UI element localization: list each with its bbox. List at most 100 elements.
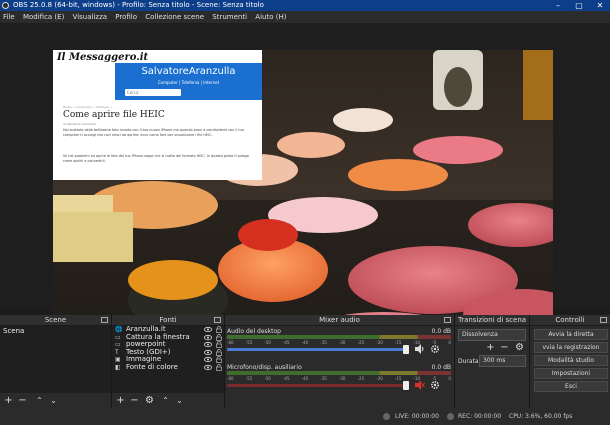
start-streaming-button[interactable]: Avvia la diretta <box>534 329 608 340</box>
undock-icon[interactable] <box>444 317 451 323</box>
transition-gear-icon[interactable]: ⚙ <box>514 342 525 353</box>
gear-icon[interactable] <box>430 380 440 390</box>
undock-icon[interactable] <box>600 317 607 323</box>
remove-source-button[interactable]: − <box>129 395 140 406</box>
site-logo: Il Messaggero.it <box>57 52 149 63</box>
move-up-button[interactable]: ⌃ <box>160 395 171 406</box>
visibility-eye-icon[interactable] <box>204 326 212 333</box>
lock-icon[interactable] <box>216 333 222 341</box>
image-icon: ▣ <box>115 356 121 363</box>
speaker-muted-icon[interactable] <box>414 380 425 390</box>
visibility-eye-icon[interactable] <box>204 349 212 356</box>
start-recording-button[interactable]: vvia la registrazion <box>534 342 608 353</box>
close-button[interactable]: ✕ <box>590 1 610 10</box>
undock-icon[interactable] <box>101 317 108 323</box>
remove-scene-button[interactable]: − <box>17 395 28 406</box>
move-up-button[interactable]: ⌃ <box>34 395 45 406</box>
scene-item[interactable]: Scena <box>0 326 111 336</box>
mixer-body: Audio del desktop 0.0 dB -60 -55 -50 -45 -40… <box>225 326 454 408</box>
remove-transition-button[interactable]: − <box>499 342 510 353</box>
channel-db: 0.0 dB <box>431 364 451 371</box>
lock-icon[interactable] <box>216 363 222 371</box>
meter-tick-label: -25 <box>357 340 365 345</box>
color-source-icon: ◧ <box>115 363 121 371</box>
studio-mode-button[interactable]: Modalità studio <box>534 355 608 366</box>
add-source-button[interactable]: + <box>115 395 126 406</box>
add-transition-button[interactable]: + <box>485 342 496 353</box>
meter-tick-label: -15 <box>394 340 402 345</box>
rec-status: REC: 00:00:00 <box>458 413 502 420</box>
lock-icon[interactable] <box>216 341 222 348</box>
window-titlebar: OBS 25.0.8 (64-bit, windows) - Profilo: … <box>0 0 610 11</box>
scenes-list[interactable]: Scena <box>0 326 111 393</box>
source-properties-gear-icon[interactable]: ⚙ <box>144 395 155 406</box>
exit-button[interactable]: Esci <box>534 381 608 392</box>
sources-dock: Fonti 🌐 Aranzulla.it ▭ Cattura la finestra ▭… <box>112 315 225 408</box>
cpu-status: CPU: 3.6%, 60.00 fps <box>509 413 573 420</box>
channel-name: Audio del desktop <box>227 328 281 335</box>
browser-source-webpage[interactable]: Il Messaggero.it SalvatoreAranzulla Comp… <box>53 50 262 180</box>
mixer-dock: Mixer audio Audio del desktop 0.0 dB -60… <box>225 315 455 408</box>
minimize-button[interactable]: – <box>548 1 568 10</box>
lock-icon[interactable] <box>216 356 222 363</box>
menu-visualizza[interactable]: Visualizza <box>70 11 110 23</box>
move-down-button[interactable]: ⌄ <box>174 395 185 406</box>
site-nav: Computer | Telefonia | Internet <box>157 80 220 85</box>
article-headline: Come aprire file HEIC <box>63 110 165 120</box>
duration-input[interactable]: 300 ms <box>479 355 526 367</box>
menu-profilo[interactable]: Profilo <box>112 11 140 23</box>
preview-area[interactable]: Il Messaggero.it SalvatoreAranzulla Comp… <box>0 23 610 331</box>
preview-canvas[interactable]: Il Messaggero.it SalvatoreAranzulla Comp… <box>53 50 553 331</box>
mixer-channel-mic: Microfono/disp. ausiliario 0.0 dB -60 -55… <box>227 364 451 396</box>
volume-slider[interactable] <box>227 348 405 351</box>
source-item[interactable]: ◧ Fonte di colore <box>112 362 224 372</box>
article-paragraph: Hai scattato delle bellissime foto ricor… <box>63 128 244 137</box>
menu-modifica[interactable]: Modifica (E) <box>20 11 67 23</box>
window-capture-icon: ▭ <box>115 333 121 341</box>
speaker-icon[interactable] <box>414 344 425 354</box>
settings-button[interactable]: Impostazioni <box>534 368 608 379</box>
volume-slider-handle[interactable] <box>403 345 409 354</box>
lock-icon[interactable] <box>216 326 222 333</box>
menu-aiuto[interactable]: Aiuto (H) <box>252 11 289 23</box>
volume-slider[interactable] <box>227 384 405 387</box>
scenes-title-label: Scene <box>44 316 67 324</box>
obs-logo-icon <box>2 2 9 9</box>
menu-file[interactable]: File <box>0 11 18 23</box>
move-down-button[interactable]: ⌄ <box>48 395 59 406</box>
lock-icon[interactable] <box>216 348 222 356</box>
volume-slider-handle[interactable] <box>403 381 409 390</box>
meter-tick-label: 0 <box>448 376 451 381</box>
meter-tick-label: -30 <box>338 376 346 381</box>
add-scene-button[interactable]: + <box>3 395 14 406</box>
menu-collezione-scene[interactable]: Collezione scene <box>142 11 207 23</box>
article-paragraph: Se hai problemi ad aprire le foto del tu… <box>63 154 249 163</box>
gear-icon[interactable] <box>430 344 440 354</box>
duration-value: 300 ms <box>483 357 506 364</box>
status-bar: LIVE: 00:00:00 REC: 00:00:00 CPU: 3.6%, … <box>0 408 610 425</box>
undock-icon[interactable] <box>214 317 221 323</box>
transition-select[interactable]: Dissolvenza <box>458 329 526 341</box>
meter-tick-label: -45 <box>282 340 290 345</box>
window-title: OBS 25.0.8 (64-bit, windows) - Profilo: … <box>13 1 264 9</box>
visibility-eye-icon[interactable] <box>204 356 212 363</box>
text-icon: T <box>115 348 119 356</box>
meter-tick-label: -30 <box>338 340 346 345</box>
controls-dock-title: Controlli <box>530 315 610 326</box>
mixer-channel-desktop: Audio del desktop 0.0 dB -60 -55 -50 -45 -40… <box>227 328 451 360</box>
menu-strumenti[interactable]: Strumenti <box>209 11 250 23</box>
visibility-eye-icon[interactable] <box>204 341 212 348</box>
site-search-input: Cerca <box>125 89 181 96</box>
controls-dock: Controlli Avvia la diretta vvia la regis… <box>530 315 610 408</box>
menu-bar: File Modifica (E) Visualizza Profilo Col… <box>0 11 610 23</box>
source-label: Fonte di colore <box>126 362 178 371</box>
visibility-eye-icon[interactable] <box>204 364 212 371</box>
scenes-dock-title: Scene <box>0 315 111 326</box>
channel-name: Microfono/disp. ausiliario <box>227 364 302 371</box>
maximize-button[interactable]: ▢ <box>569 1 589 10</box>
mixer-title-label: Mixer audio <box>319 316 360 324</box>
visibility-eye-icon[interactable] <box>204 334 212 341</box>
meter-tick-label: -60 <box>227 340 234 345</box>
sources-list[interactable]: 🌐 Aranzulla.it ▭ Cattura la finestra ▭ powerp… <box>112 325 224 393</box>
live-indicator-icon <box>383 413 390 420</box>
